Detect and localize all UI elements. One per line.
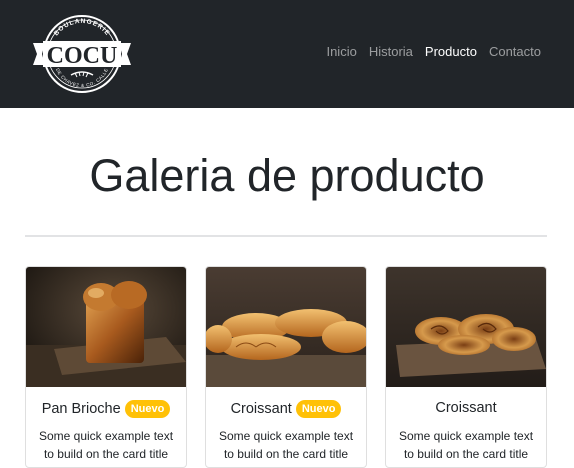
nav-producto[interactable]: Producto xyxy=(425,44,477,59)
new-badge: Nuevo xyxy=(124,400,171,418)
brand-logo[interactable]: BOULANGERIE COCU DE CHAVEZ & CO. CALLE xyxy=(31,13,133,95)
card-title-row: Croissant xyxy=(386,400,546,416)
nav-contacto[interactable]: Contacto xyxy=(489,44,541,59)
card-text: Some quick example text to build on the … xyxy=(218,429,354,461)
main-nav: Inicio Historia Producto Contacto xyxy=(326,44,541,59)
new-badge: Nuevo xyxy=(295,400,342,418)
product-image-cinnamon-rolls xyxy=(386,267,546,387)
nav-inicio[interactable]: Inicio xyxy=(326,44,356,59)
brand-logo-emblem: BOULANGERIE COCU DE CHAVEZ & CO. CALLE xyxy=(33,15,131,93)
product-card-pan-brioche[interactable]: Pan Brioche Nuevo Some quick example tex… xyxy=(25,266,187,468)
title-divider xyxy=(25,235,547,237)
card-title-row: Pan Brioche Nuevo xyxy=(26,400,186,418)
card-title: Pan Brioche xyxy=(41,401,121,417)
navbar: BOULANGERIE COCU DE CHAVEZ & CO. CALLE I… xyxy=(0,0,574,108)
svg-text:DE CHAVEZ & CO. CALLE: DE CHAVEZ & CO. CALLE xyxy=(55,67,109,88)
product-image-brioche xyxy=(26,267,186,387)
product-card-croissant-2[interactable]: Croissant Some quick example text to bui… xyxy=(385,266,547,468)
product-image-croissants xyxy=(206,267,366,387)
svg-text:COCU: COCU xyxy=(47,43,118,69)
nav-historia[interactable]: Historia xyxy=(369,44,413,59)
card-title: Croissant xyxy=(435,400,497,416)
page-title: Galeria de producto xyxy=(89,150,485,201)
card-title: Croissant xyxy=(230,401,292,417)
product-card-croissant-1[interactable]: Croissant Nuevo Some quick example text … xyxy=(205,266,367,468)
card-text: Some quick example text to build on the … xyxy=(398,429,534,461)
card-text: Some quick example text to build on the … xyxy=(38,429,174,461)
card-title-row: Croissant Nuevo xyxy=(206,400,366,418)
